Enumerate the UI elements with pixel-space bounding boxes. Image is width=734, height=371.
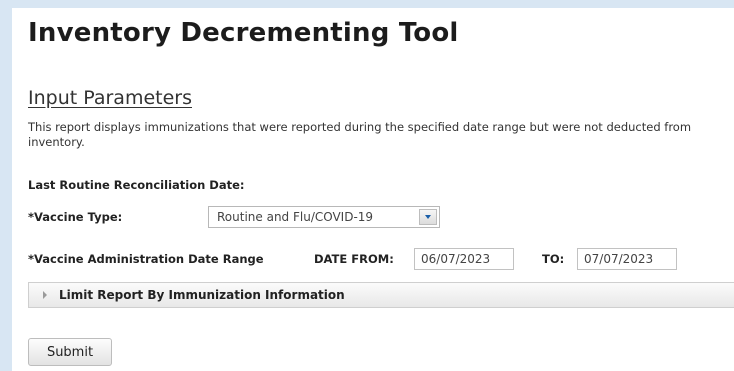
date-to-input[interactable] xyxy=(577,248,677,270)
date-range-label: *Vaccine Administration Date Range xyxy=(28,252,264,266)
submit-button[interactable]: Submit xyxy=(28,338,112,366)
triangle-right-icon xyxy=(43,291,47,299)
main-panel: Inventory Decrementing Tool Input Parame… xyxy=(12,8,734,371)
limit-report-accordion[interactable]: Limit Report By Immunization Information xyxy=(28,282,734,308)
chevron-down-icon[interactable] xyxy=(419,209,437,225)
accordion-label: Limit Report By Immunization Information xyxy=(59,288,345,302)
date-from-input[interactable] xyxy=(414,248,514,270)
report-description: This report displays immunizations that … xyxy=(28,120,692,149)
date-from-label: DATE FROM: xyxy=(314,252,394,266)
date-to-label: TO: xyxy=(542,252,565,266)
vaccine-type-select[interactable]: Routine and Flu/COVID-19 xyxy=(208,206,440,228)
page-title: Inventory Decrementing Tool xyxy=(28,18,459,48)
last-reconciliation-label: Last Routine Reconciliation Date: xyxy=(28,178,245,192)
section-title: Input Parameters xyxy=(28,87,192,109)
vaccine-type-value: Routine and Flu/COVID-19 xyxy=(217,210,374,224)
vaccine-type-label: *Vaccine Type: xyxy=(28,210,123,224)
